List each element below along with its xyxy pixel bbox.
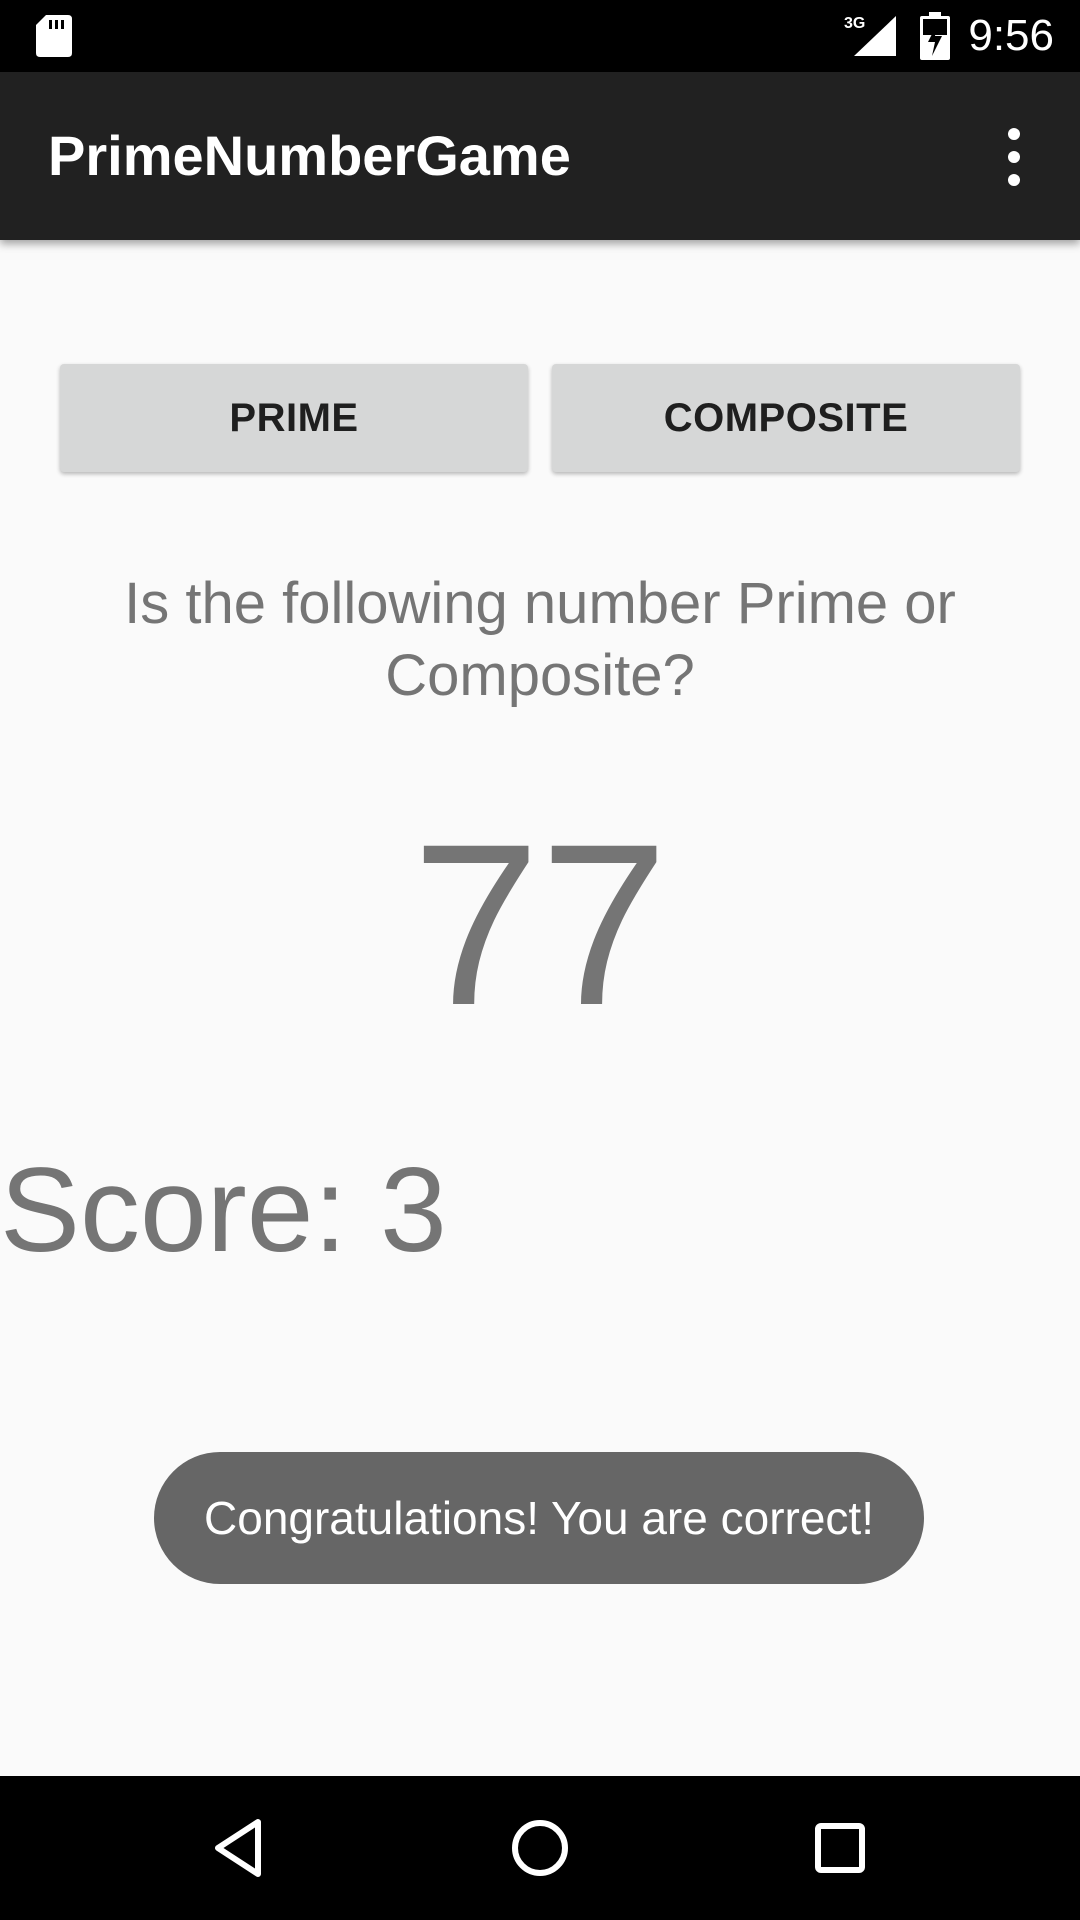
app-title: PrimeNumberGame xyxy=(48,124,571,187)
current-number: 77 xyxy=(412,796,668,1053)
app-bar: PrimeNumberGame xyxy=(0,72,1080,240)
main-content: PRIME COMPOSITE Is the following number … xyxy=(0,240,1080,1776)
prime-button[interactable]: PRIME xyxy=(60,364,528,472)
status-bar: 3G 9:56 xyxy=(0,0,1080,72)
question-text: Is the following number Prime or Composi… xyxy=(124,571,956,708)
status-clock: 9:56 xyxy=(968,11,1054,60)
navigation-bar xyxy=(0,1776,1080,1920)
battery-charging-icon xyxy=(920,12,950,60)
back-icon[interactable] xyxy=(208,1816,272,1880)
sd-card-icon xyxy=(36,15,72,57)
toast-message: Congratulations! You are correct! xyxy=(154,1452,924,1584)
network-type-label: 3G xyxy=(844,15,865,32)
composite-button[interactable]: COMPOSITE xyxy=(552,364,1020,472)
signal-icon: 3G xyxy=(844,15,896,56)
score-label: Score: 3 xyxy=(0,1143,447,1277)
overflow-menu-icon[interactable] xyxy=(994,122,1034,192)
home-icon[interactable] xyxy=(508,1816,572,1880)
recents-icon[interactable] xyxy=(808,1816,872,1880)
